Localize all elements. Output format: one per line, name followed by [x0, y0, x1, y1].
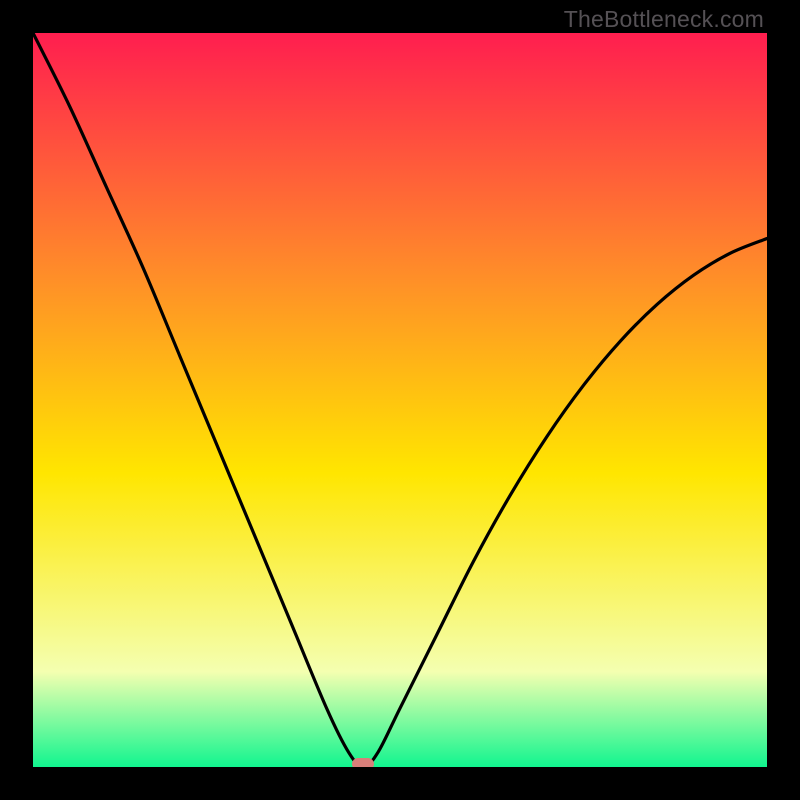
chart-frame: TheBottleneck.com — [0, 0, 800, 800]
bottleneck-curve — [33, 33, 767, 767]
curve-path — [33, 33, 767, 767]
minimum-marker — [352, 758, 374, 767]
plot-area — [33, 33, 767, 767]
watermark-text: TheBottleneck.com — [564, 6, 764, 33]
